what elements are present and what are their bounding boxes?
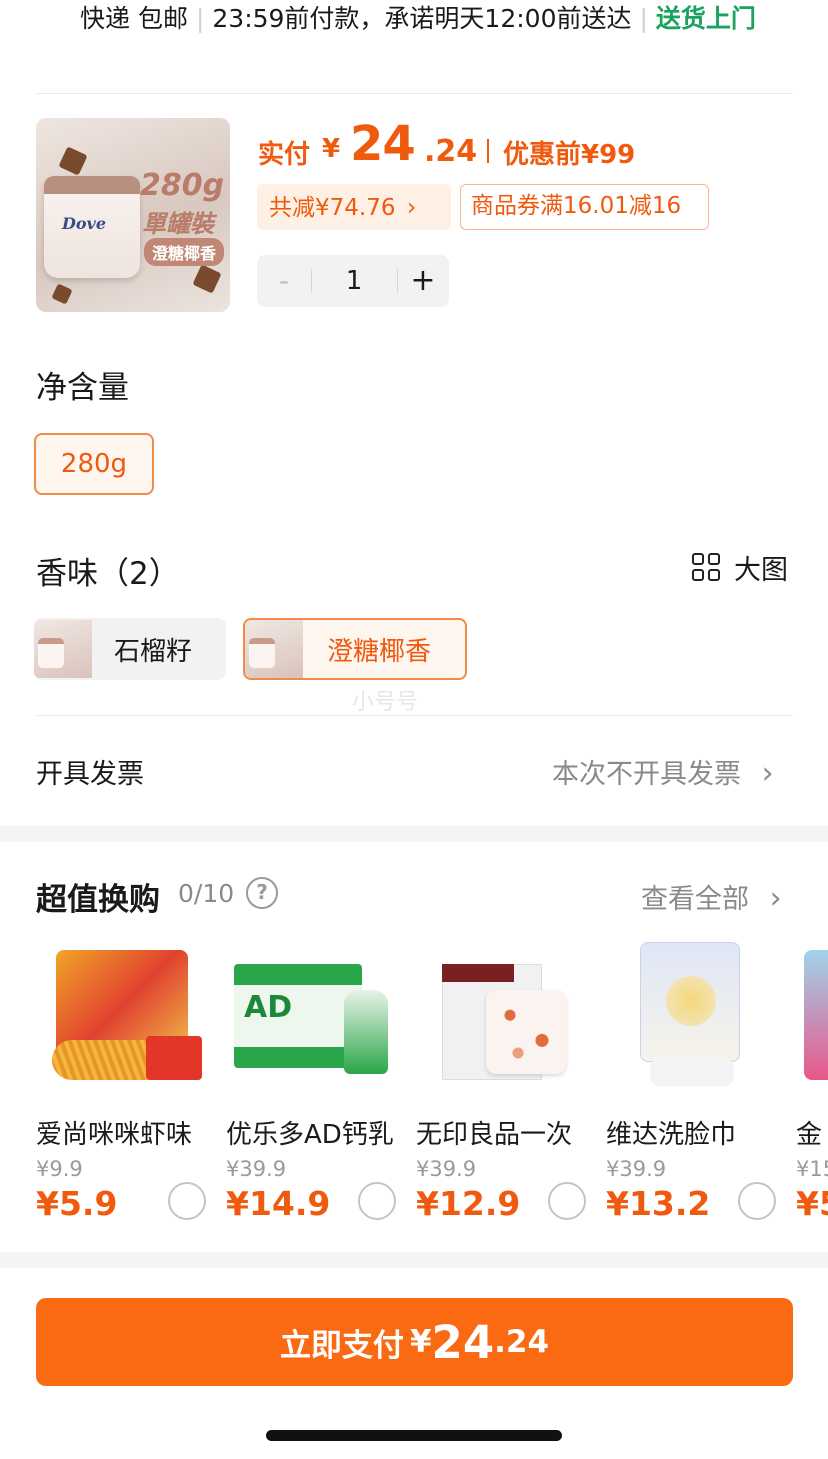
total-discount-text: 共减¥74.76 [269, 195, 396, 221]
swap-item-image [416, 940, 586, 1090]
swap-item-image [606, 940, 776, 1090]
price-before-discount: 优惠前¥99 [503, 140, 636, 170]
swap-count: 0/10 [178, 879, 235, 908]
flavor-option-coconut-selected[interactable]: 澄糖椰香 [243, 618, 467, 680]
flavor-option-label: 石榴籽 [114, 636, 193, 667]
home-indicator[interactable] [266, 1430, 562, 1441]
big-image-toggle[interactable]: 大图 [692, 548, 788, 587]
swap-item-original-price: ¥39.9 [606, 1157, 667, 1181]
watermark: 小号号 [352, 690, 419, 715]
delivery-door: 送货上门 [655, 4, 756, 33]
chevron-right-icon: › [761, 756, 774, 791]
swap-item-price: ¥13.2 [606, 1184, 711, 1223]
flavor-thumbnail [245, 620, 303, 678]
swap-item-name: 爱尚咪咪虾味 [36, 1120, 193, 1150]
product-image[interactable]: Dove 280g 單罐裝 澄糖椰香 [36, 118, 230, 312]
swap-item[interactable]: AD 优乐多AD钙乳 ¥39.9 ¥14.9 [226, 940, 406, 1223]
swap-item-radio[interactable] [548, 1182, 586, 1220]
pay-now-currency: ¥ [409, 1324, 432, 1360]
product-flavor-tag: 澄糖椰香 [144, 238, 225, 266]
swap-item-price: ¥12.9 [416, 1184, 521, 1223]
flavor-thumbnail [34, 620, 92, 678]
pay-currency: ¥ [322, 134, 341, 164]
swap-item-price: ¥14.9 [226, 1184, 331, 1223]
increase-button[interactable]: + [397, 255, 449, 307]
swap-item-image: AD [226, 940, 396, 1090]
chevron-right-icon: › [406, 193, 417, 221]
delivery-info: 快递 包邮 | 23:59前付款，承诺明天12:00前送达 | 送货上门 [80, 4, 756, 33]
swap-item[interactable]: 无印良品一次 ¥39.9 ¥12.9 [416, 940, 596, 1223]
swap-item-original-price: ¥15 [796, 1157, 828, 1181]
quantity-stepper: - 1 + [257, 255, 449, 307]
pay-price-integer: 24 [350, 116, 416, 172]
swap-item-image [796, 940, 828, 1090]
pay-now-button[interactable]: 立即支付 ¥ 24 .24 [36, 1298, 793, 1386]
product-pack-tag: 單罐裝 [142, 210, 214, 238]
section-gap [0, 826, 828, 842]
pay-label: 实付 [258, 140, 311, 170]
swap-item[interactable]: 金 ¥15 ¥5 [796, 940, 828, 1220]
swap-item-name: 维达洗脸巾 [606, 1120, 737, 1150]
product-weight-tag: 280g [140, 168, 225, 203]
swap-item-image [36, 940, 206, 1090]
product-brand: Dove [62, 214, 107, 233]
product-jar: Dove [44, 176, 140, 278]
chevron-right-icon: › [769, 881, 782, 916]
swap-item-original-price: ¥39.9 [416, 1157, 477, 1181]
divider [36, 715, 793, 716]
pay-now-price-integer: 24 [431, 1315, 495, 1369]
swap-item-original-price: ¥9.9 [36, 1157, 83, 1181]
invoice-label: 开具发票 [36, 759, 144, 790]
pay-price-decimal: .24 [424, 134, 478, 169]
view-all-link[interactable]: 查看全部 › [641, 877, 782, 916]
swap-item-name: 优乐多AD钙乳 [226, 1120, 394, 1150]
help-icon[interactable]: ? [246, 877, 278, 909]
total-discount-button[interactable]: 共减¥74.76 › [257, 184, 451, 230]
swap-item-price: ¥5 [796, 1184, 828, 1220]
invoice-setting[interactable]: 本次不开具发票 › [552, 752, 774, 791]
swap-item-name: 金 [796, 1120, 823, 1150]
grid-icon [692, 552, 722, 583]
net-content-title: 净含量 [36, 370, 129, 406]
delivery-shipping: 快递 包邮 [80, 4, 188, 33]
swap-item-radio[interactable] [358, 1182, 396, 1220]
flavor-title: 香味（2） [36, 556, 180, 592]
pay-now-label: 立即支付 [279, 1327, 404, 1364]
flavor-option-pomegranate[interactable]: 石榴籽 [34, 618, 226, 680]
decrease-button[interactable]: - [257, 255, 311, 307]
section-gap [0, 1252, 828, 1268]
quantity-value[interactable]: 1 [311, 255, 397, 307]
swap-item-price: ¥5.9 [36, 1184, 118, 1223]
swap-item-original-price: ¥39.9 [226, 1157, 287, 1181]
swap-item-radio[interactable] [168, 1182, 206, 1220]
divider [36, 93, 793, 94]
coupon-text: 商品券满16.01减16 [471, 193, 682, 219]
coupon-badge[interactable]: 商品券满16.01减16 [460, 184, 709, 230]
swap-title: 超值换购 [36, 882, 160, 918]
big-image-label: 大图 [734, 555, 788, 586]
invoice-value: 本次不开具发票 [552, 759, 741, 790]
swap-item[interactable]: 维达洗脸巾 ¥39.9 ¥13.2 [606, 940, 786, 1223]
size-option-selected[interactable]: 280g [34, 433, 154, 495]
swap-item-radio[interactable] [738, 1182, 776, 1220]
flavor-option-label: 澄糖椰香 [327, 636, 432, 667]
delivery-promise: 23:59前付款，承诺明天12:00前送达 [212, 4, 632, 33]
swap-item[interactable]: 爱尚咪咪虾味 ¥9.9 ¥5.9 [36, 940, 216, 1223]
swap-item-name: 无印良品一次 [416, 1120, 573, 1150]
view-all-label: 查看全部 [641, 884, 749, 915]
price-separator [487, 139, 489, 163]
pay-now-price-decimal: .24 [494, 1324, 550, 1360]
